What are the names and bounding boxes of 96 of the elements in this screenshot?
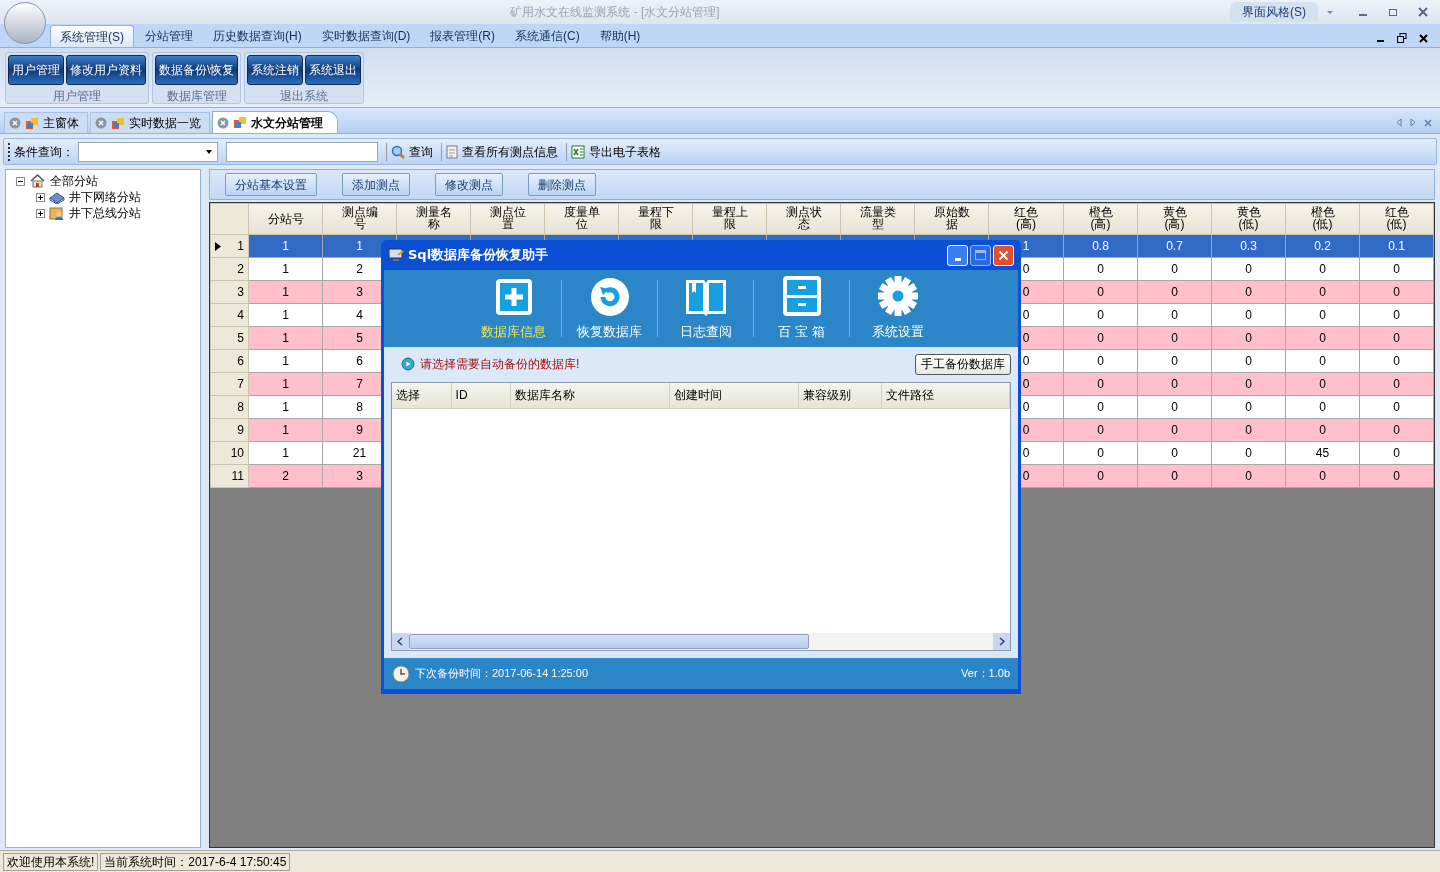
column-header[interactable]: 分站号 — [266, 213, 305, 225]
column-header[interactable]: 兼容级别 — [798, 382, 883, 408]
column-header[interactable]: 选择 — [392, 382, 452, 408]
tree-item[interactable]: 全部分站 — [50, 172, 98, 190]
version-label: Ver：1.0b — [961, 666, 1010, 682]
query-input-field[interactable] — [226, 141, 378, 162]
restore-icon — [589, 276, 630, 317]
app-orb-icon[interactable] — [4, 2, 46, 44]
maximize-icon[interactable] — [1388, 7, 1398, 17]
window-icon — [233, 116, 247, 129]
search-button[interactable]: 查询 — [386, 142, 437, 161]
column-header[interactable]: 创建时间 — [669, 382, 799, 408]
spreadsheet-icon — [571, 144, 585, 159]
all-points-button[interactable]: 查看所有测点信息 — [441, 142, 562, 161]
dropdown-icon[interactable] — [1326, 8, 1334, 16]
menu-tab[interactable]: 历史数据查询(H) — [204, 25, 311, 47]
next-backup-time: 下次备份时间：2017-06-14 1:25:00 — [415, 666, 589, 682]
menu-tab[interactable]: 系统通信(C) — [506, 25, 589, 47]
group-label: 数据库管理 — [166, 88, 227, 105]
status-text: 欢迎使用本系统! — [3, 852, 99, 871]
nav-button[interactable]: 日志查阅 — [658, 270, 753, 347]
scroll-right-icon[interactable] — [993, 633, 1010, 651]
prompt-text: 请选择需要自动备份的数据库! — [420, 356, 580, 374]
menu-tab[interactable]: 系统管理(S) — [50, 25, 134, 47]
cabinet-icon — [781, 274, 822, 317]
ribbon-button[interactable]: 系统注销 — [247, 55, 304, 85]
row-header[interactable]: 5 — [210, 326, 249, 350]
column-header[interactable]: 数据库名称 — [511, 382, 670, 408]
group-label: 用户管理 — [53, 88, 101, 105]
document-tab[interactable]: 水文分站管理 — [212, 111, 338, 133]
row-header[interactable]: 10 — [210, 441, 249, 465]
search-icon — [391, 144, 405, 159]
clock-icon — [392, 664, 410, 683]
row-header[interactable]: 2 — [210, 257, 249, 281]
ribbon-button[interactable]: 数据备份\恢复 — [155, 55, 239, 85]
group-label: 退出系统 — [280, 88, 329, 105]
row-header[interactable]: 6 — [210, 349, 249, 373]
tree-item[interactable]: 井下网络分站 — [69, 188, 141, 206]
close-icon — [998, 249, 1009, 261]
station-button[interactable]: 删除测点 — [528, 173, 596, 196]
restore-icon[interactable] — [1397, 33, 1407, 43]
row-header[interactable]: 7 — [210, 372, 249, 396]
export-button[interactable]: 导出电子表格 — [566, 142, 665, 161]
column-header[interactable]: 文件路径 — [882, 382, 1010, 408]
ribbon-button[interactable]: 系统退出 — [305, 55, 362, 85]
scroll-left-icon[interactable] — [392, 633, 409, 651]
nav-button[interactable]: 系统设置 — [850, 270, 945, 347]
horizontal-scrollbar[interactable] — [392, 633, 1010, 651]
book-stack-icon — [49, 190, 65, 204]
expand-icon[interactable] — [36, 192, 45, 202]
menu-tab[interactable]: 分站管理 — [136, 25, 202, 47]
user-folder-icon — [49, 206, 65, 220]
scroll-left-icon[interactable] — [1396, 118, 1402, 127]
play-icon — [401, 357, 415, 372]
row-header[interactable]: 8 — [210, 395, 249, 419]
menu-tab[interactable]: 实时数据查询(D) — [312, 25, 420, 47]
plus-icon — [493, 276, 534, 317]
scroll-right-icon[interactable] — [1410, 118, 1416, 127]
gear-icon — [876, 274, 919, 317]
row-header[interactable]: 11 — [210, 464, 249, 488]
row-header[interactable]: 9 — [210, 418, 249, 442]
style-menu[interactable]: 界面风格(S) — [1230, 2, 1318, 22]
close-icon[interactable] — [1419, 33, 1428, 43]
query-label: 条件查询： — [8, 142, 74, 161]
document-tab[interactable]: 主窗体 — [4, 112, 88, 133]
ribbon-button[interactable]: 用户管理 — [8, 55, 64, 85]
row-header[interactable]: 4 — [210, 303, 249, 327]
document-icon — [446, 144, 458, 159]
monitor-icon — [388, 247, 404, 263]
maximize-button[interactable] — [970, 244, 991, 266]
close-button[interactable] — [993, 244, 1014, 266]
nav-button[interactable]: 恢复数据库 — [562, 270, 657, 347]
menu-tab[interactable]: 帮助(H) — [590, 25, 650, 47]
current-row-icon — [215, 241, 221, 251]
dialog-title: Sql数据库备份恢复助手 — [408, 246, 549, 265]
expand-icon[interactable] — [36, 208, 45, 218]
status-text: 当前系统时间：2017-6-4 17:50:45 — [100, 852, 291, 871]
window-title: 矿用水文在线监测系统 - [水文分站管理] — [510, 5, 720, 19]
house-icon — [30, 174, 45, 188]
station-button[interactable]: 分站基本设置 — [225, 173, 317, 196]
tree-item[interactable]: 井下总线分站 — [69, 204, 141, 222]
collapse-icon[interactable] — [16, 176, 25, 186]
nav-button[interactable]: 百 宝 箱 — [754, 270, 849, 347]
window-icon — [111, 116, 125, 130]
manual-backup-button[interactable]: 手工备份数据库 — [915, 353, 1011, 375]
ribbon-button[interactable]: 修改用户资料 — [66, 55, 146, 85]
column-header[interactable]: ID — [451, 382, 512, 408]
window-icon — [25, 116, 39, 130]
menu-tab[interactable]: 报表管理(R) — [421, 25, 504, 47]
station-button[interactable]: 修改测点 — [435, 173, 503, 196]
minimize-button[interactable] — [947, 244, 968, 266]
row-header[interactable]: 1 — [210, 234, 249, 258]
document-tab[interactable]: 实时数据一览 — [90, 112, 210, 133]
row-header[interactable]: 3 — [210, 280, 249, 304]
station-button[interactable]: 添加测点 — [342, 173, 410, 196]
caret-icon — [205, 147, 213, 156]
